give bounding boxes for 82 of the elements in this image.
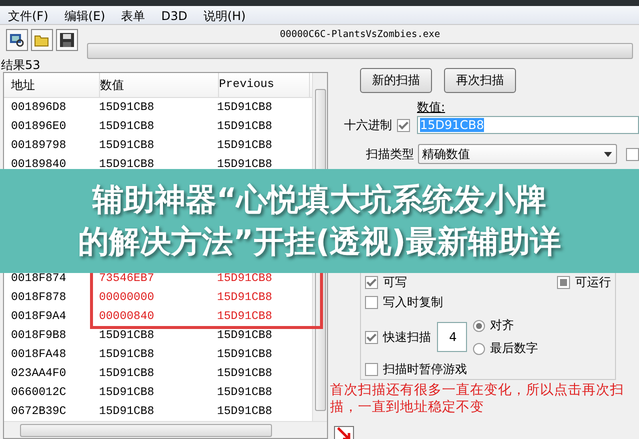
checkbox-label: 写入时复制 — [383, 294, 443, 311]
table-cell-text: 15D91CB8 — [217, 348, 274, 361]
table-cell-text: 023AA4F0 — [10, 367, 68, 380]
caret-icon — [604, 152, 612, 156]
table-cell-text: 15D91CB8 — [99, 348, 156, 361]
scan-type-label: 扫描类型 — [366, 146, 414, 162]
table-cell-text: 15D91CB8 — [217, 310, 274, 323]
table-cell-text: 15D91CB8 — [217, 329, 274, 342]
process-title: 00000C6C-PlantsVsZombies.exe — [278, 29, 442, 41]
scan-type-dropdown[interactable]: 精确数值 — [418, 144, 617, 164]
arrow-icon — [337, 427, 351, 439]
menu-item[interactable]: 表单 — [121, 9, 146, 21]
table-cell-text: 15D91CB8 — [217, 120, 274, 133]
hex-checkbox[interactable] — [397, 118, 410, 132]
column-header[interactable]: 地址 — [4, 73, 100, 97]
radio-button[interactable] — [473, 342, 485, 354]
vertical-scrollbar[interactable] — [312, 73, 327, 169]
table-cell-text: 15D91CB8 — [99, 139, 156, 152]
table-cell-text: 001896D8 — [10, 101, 68, 114]
table-cell-text: 0018F9A4 — [10, 310, 68, 323]
table-cell-text: 15D91CB8 — [217, 158, 274, 171]
radio-label: 对齐 — [490, 317, 514, 334]
scan-button[interactable]: 新的扫描 — [360, 68, 432, 93]
checkbox[interactable] — [365, 276, 378, 289]
checkbox-label: 快速扫描 — [383, 328, 431, 346]
table-cell-text: 001896E0 — [10, 120, 68, 133]
table-cell-text: 15D91CB8 — [99, 120, 156, 133]
checkbox[interactable] — [365, 330, 378, 344]
menu-item[interactable]: 说明(H) — [203, 9, 246, 21]
table-cell-text: 15D91CB8 — [99, 367, 156, 380]
table-cell-text: 15D91CB8 — [217, 101, 274, 114]
results-count: 结果53 — [0, 58, 42, 72]
banner-text: 的解决方法”开挂(透视)最新辅助详 — [78, 223, 561, 262]
table-cell-text: 15D91CB8 — [99, 386, 156, 399]
value-label: 数值: — [417, 99, 446, 116]
table-cell-text: 0018F874 — [10, 272, 68, 285]
table-cell-text: 00189840 — [10, 158, 68, 171]
menu-item[interactable]: D3D — [161, 9, 188, 21]
checkbox[interactable] — [557, 276, 570, 289]
scan-button[interactable]: 再次扫描 — [444, 68, 516, 93]
checkbox[interactable] — [626, 148, 639, 160]
hex-label: 十六进制 — [344, 116, 392, 134]
checkbox[interactable] — [365, 363, 378, 376]
table-cell-text: 73546EB7 — [99, 272, 156, 285]
computer-icon — [9, 32, 25, 48]
fast-scan-field[interactable]: 4 — [437, 322, 467, 352]
table-cell-text: 15D91CB8 — [99, 329, 156, 342]
table-cell-text: 00000000 — [99, 291, 156, 304]
table-cell-text: 0660012C — [10, 386, 68, 399]
open-process-button[interactable] — [6, 29, 28, 51]
table-cell-text: 00000840 — [99, 310, 156, 323]
table-cell-text: 15D91CB8 — [217, 386, 274, 399]
column-header[interactable]: Previous — [219, 73, 310, 97]
table-cell-text: 15D91CB8 — [217, 291, 274, 304]
table-cell-text: 15D91CB8 — [217, 405, 274, 418]
table-cell-text: 15D91CB8 — [217, 272, 274, 285]
table-cell-text: 0018F9B8 — [10, 329, 68, 342]
table-cell-text: 15D91CB8 — [99, 101, 156, 114]
table-cell-text: 0018F878 — [10, 291, 68, 304]
pointer-arrow-button[interactable] — [334, 426, 354, 439]
horizontal-scrollbar[interactable] — [4, 421, 327, 438]
table-cell-text: 0672B39C — [10, 405, 68, 418]
radio-label: 最后数字 — [490, 340, 538, 357]
table-cell-text: 15D91CB8 — [217, 139, 274, 152]
menu-item[interactable]: 编辑(E) — [64, 9, 106, 21]
table-cell-text: 00189798 — [10, 139, 68, 152]
save-button[interactable] — [56, 29, 78, 51]
menu-item[interactable]: 文件(F) — [8, 9, 48, 21]
table-cell-text: 15D91CB8 — [99, 405, 156, 418]
open-file-button[interactable] — [31, 29, 53, 51]
table-cell-text: 15D91CB8 — [99, 158, 156, 171]
table-cell-text: 0018FA48 — [10, 348, 68, 361]
vertical-scrollbar[interactable] — [312, 273, 327, 421]
table-cell-text: 15D91CB8 — [217, 367, 274, 380]
banner-text: 辅助神器“心悦填大坑系统发小牌 — [92, 181, 547, 220]
checkbox-label: 扫描时暂停游戏 — [383, 361, 467, 378]
checkbox-label: 可写 — [383, 274, 407, 291]
checkbox-label: 可运行 — [575, 274, 611, 291]
radio-button[interactable] — [473, 320, 485, 332]
checkbox[interactable] — [365, 296, 378, 309]
column-header[interactable]: 数值 — [100, 73, 219, 97]
annotation-note: 首次扫描还有很多一直在变化，所以点击再次扫描，一直到地址稳定不变 — [330, 382, 625, 416]
